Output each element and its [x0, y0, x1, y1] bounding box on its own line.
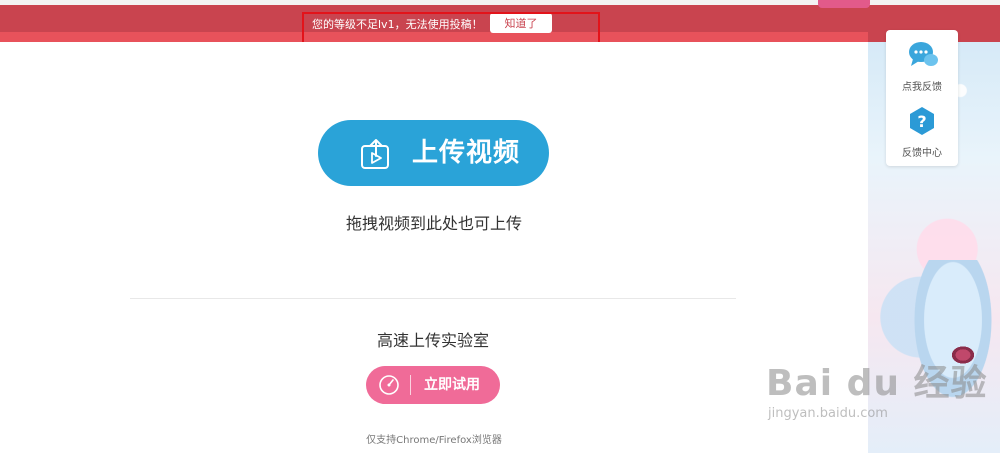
speedometer-icon	[379, 375, 399, 395]
watermark-logo: Bai du 经验	[766, 363, 988, 404]
svg-text:?: ?	[917, 112, 926, 131]
section-divider	[130, 298, 736, 299]
lab-title: 高速上传实验室	[376, 331, 489, 350]
question-icon: ?	[910, 107, 934, 135]
top-pink-tab[interactable]	[818, 0, 870, 8]
feedback-label: 点我反馈	[902, 82, 942, 93]
feedback-side-card: 点我反馈 ? 反馈中心	[886, 30, 958, 166]
feedback-center-label: 反馈中心	[902, 148, 942, 159]
try-now-label: 立即试用	[424, 377, 480, 393]
feedback-link[interactable]: 点我反馈	[886, 38, 958, 94]
upload-icon	[361, 139, 389, 169]
drag-drop-hint: 拖拽视频到此处也可上传	[345, 214, 522, 233]
chat-bubbles-icon	[909, 42, 938, 66]
try-button-separator	[410, 375, 411, 395]
baidu-watermark: Bai du 经验 jingyan.baidu.com	[762, 340, 1000, 440]
feedback-center-link[interactable]: ? 反馈中心	[886, 104, 958, 160]
try-now-button[interactable]: 立即试用	[366, 366, 500, 404]
browser-support-note: 仅支持Chrome/Firefox浏览器	[366, 435, 502, 446]
upload-video-label: 上传视频	[412, 138, 521, 168]
watermark-url: jingyan.baidu.com	[768, 406, 888, 421]
upload-video-button[interactable]: 上传视频	[318, 120, 549, 186]
